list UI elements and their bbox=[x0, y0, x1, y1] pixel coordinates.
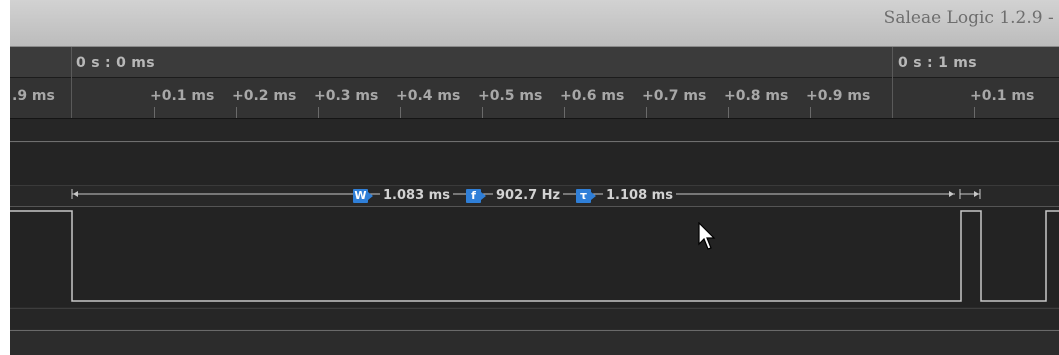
minor-time-label: +0.6 ms bbox=[560, 88, 625, 104]
timeline-tick bbox=[810, 107, 811, 118]
mouse-pointer-icon bbox=[698, 222, 716, 250]
major-time-label: 0 s : 1 ms bbox=[898, 55, 977, 71]
timeline-divider bbox=[71, 47, 72, 118]
frequency-value: 902.7 Hz bbox=[493, 188, 564, 203]
digital-waveform bbox=[10, 210, 1059, 302]
minor-time-label: .9 ms bbox=[12, 88, 55, 104]
measurement-end-arrow bbox=[949, 191, 954, 197]
minor-time-label: +0.8 ms bbox=[724, 88, 789, 104]
minor-time-label: +0.5 ms bbox=[478, 88, 543, 104]
timeline-major-ruler[interactable]: 0 s : 0 ms 0 s : 1 ms bbox=[10, 47, 1059, 78]
period-icon: τ bbox=[576, 189, 596, 203]
minor-time-label: +0.1 ms bbox=[970, 88, 1035, 104]
channel-track-bottom[interactable] bbox=[10, 330, 1059, 355]
measurement-start-arrow bbox=[73, 191, 78, 197]
timeline-tick bbox=[154, 107, 155, 118]
width-icon: W bbox=[353, 189, 373, 203]
channel-track[interactable] bbox=[10, 143, 1059, 186]
minor-time-label: +0.4 ms bbox=[396, 88, 461, 104]
timeline-divider bbox=[892, 47, 893, 118]
frequency-icon: f bbox=[466, 189, 486, 203]
width-value: 1.083 ms bbox=[380, 188, 453, 203]
timeline-tick bbox=[564, 107, 565, 118]
major-time-label: 0 s : 0 ms bbox=[76, 55, 155, 71]
minor-time-label: +0.2 ms bbox=[232, 88, 297, 104]
logic-analyzer-window: Saleae Logic 1.2.9 - [Co 0 s : 0 ms 0 s … bbox=[10, 0, 1059, 355]
channel-track-lower[interactable] bbox=[10, 308, 1059, 329]
minor-time-label: +0.7 ms bbox=[642, 88, 707, 104]
timeline-tick bbox=[236, 107, 237, 118]
timeline-tick bbox=[482, 107, 483, 118]
timeline-tick bbox=[728, 107, 729, 118]
window-title: Saleae Logic 1.2.9 - [Co bbox=[883, 8, 1059, 28]
measurement-secondary-arrow bbox=[974, 191, 979, 197]
minor-time-label: +0.1 ms bbox=[150, 88, 215, 104]
timeline-tick bbox=[974, 107, 975, 118]
minor-time-label: +0.9 ms bbox=[806, 88, 871, 104]
timeline-tick bbox=[400, 107, 401, 118]
minor-time-label: +0.3 ms bbox=[314, 88, 379, 104]
signal-trace bbox=[10, 210, 1059, 302]
timeline-minor-ruler[interactable]: .9 ms +0.1 ms +0.2 ms +0.3 ms +0.4 ms +0… bbox=[10, 78, 1059, 119]
period-value: 1.108 ms bbox=[603, 188, 676, 203]
title-bar: Saleae Logic 1.2.9 - [Co bbox=[10, 0, 1059, 47]
timeline-tick bbox=[646, 107, 647, 118]
timeline-tick bbox=[318, 107, 319, 118]
channel-separator bbox=[10, 119, 1059, 142]
